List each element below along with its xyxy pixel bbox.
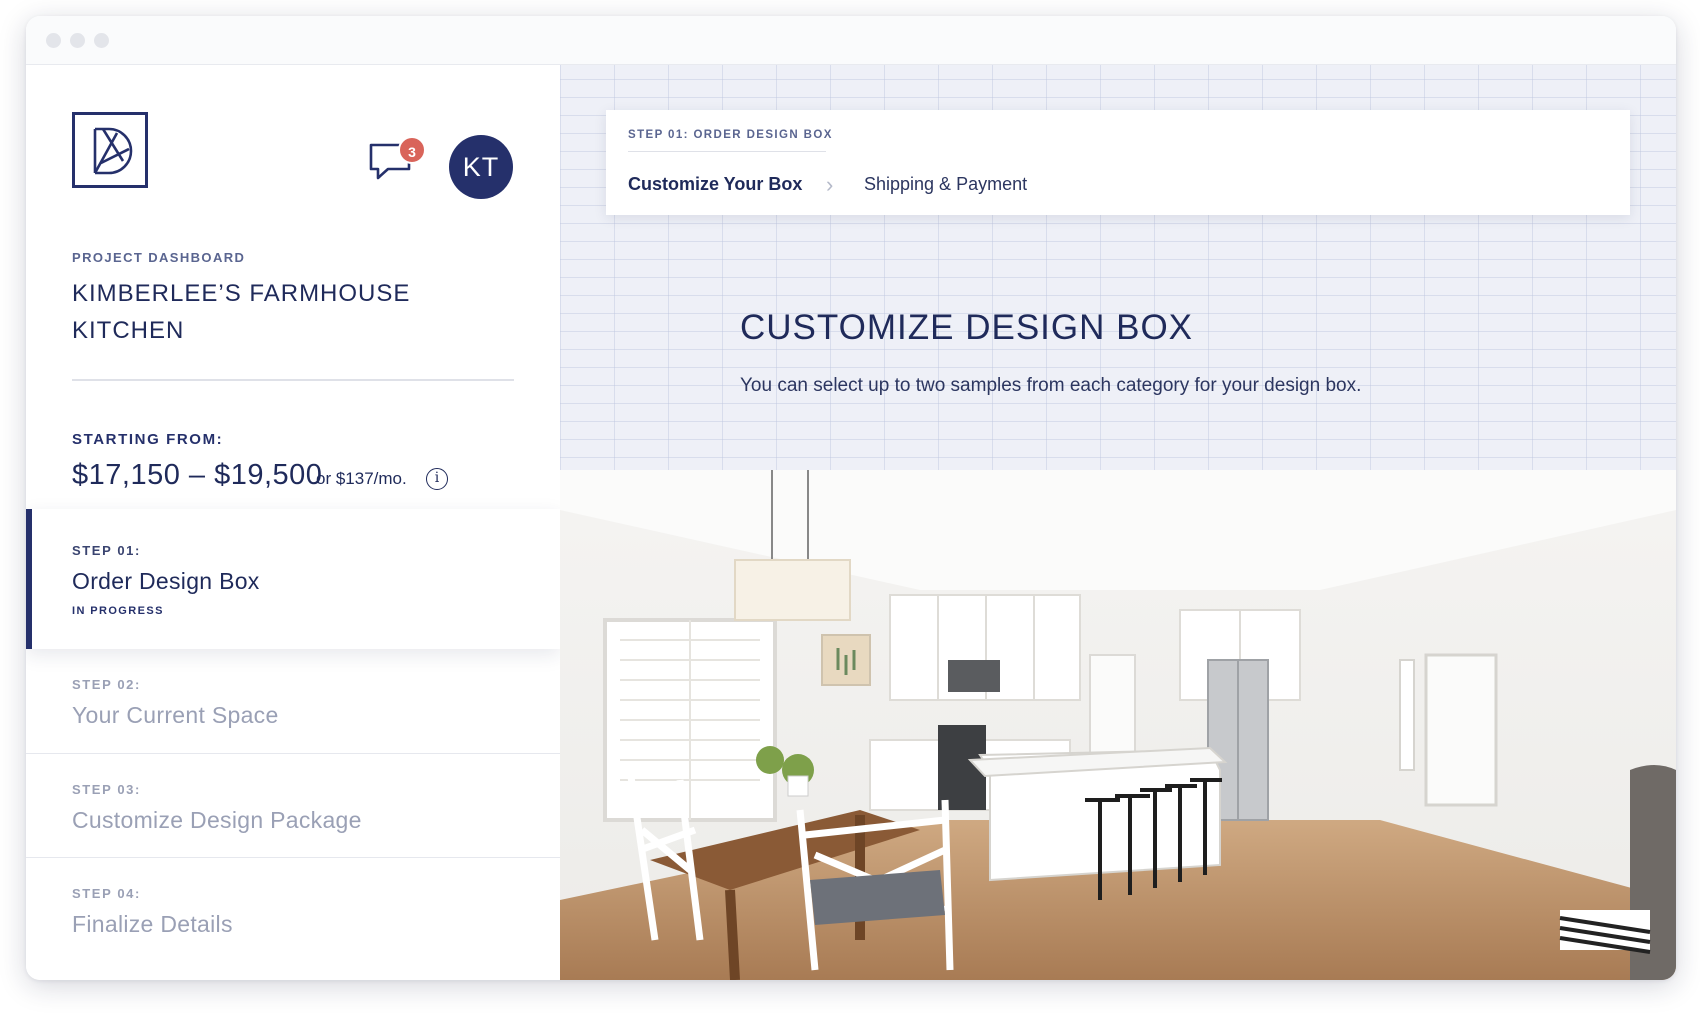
step-item-finalize-details[interactable]: STEP 04: Finalize Details <box>26 858 560 980</box>
step-title: Your Current Space <box>72 702 279 728</box>
sidebar-divider <box>72 379 514 381</box>
brand-logo[interactable] <box>72 112 148 188</box>
step-card-underline <box>628 151 826 152</box>
step-progress-card: STEP 01: ORDER DESIGN BOX Customize Your… <box>606 110 1630 215</box>
browser-window: 3 KT PROJECT DASHBOARD KIMBERLEE’S FARMH… <box>26 16 1676 980</box>
sidebar: 3 KT PROJECT DASHBOARD KIMBERLEE’S FARMH… <box>26 65 561 980</box>
notification-badge: 3 <box>398 136 426 164</box>
page-title: CUSTOMIZE DESIGN BOX <box>740 308 1194 347</box>
chevron-right-icon: › <box>826 172 834 197</box>
step-title: Order Design Box <box>72 568 260 594</box>
step-item-current-space[interactable]: STEP 02: Your Current Space <box>26 649 560 753</box>
user-avatar[interactable]: KT <box>449 135 513 199</box>
step-title: Finalize Details <box>72 911 233 937</box>
step-number: STEP 03: <box>72 782 141 797</box>
step-item-customize-design-package[interactable]: STEP 03: Customize Design Package <box>26 754 560 858</box>
kitchen-photo <box>560 470 1676 980</box>
window-dot-close[interactable] <box>46 33 61 48</box>
project-dashboard-label: PROJECT DASHBOARD <box>72 250 246 265</box>
info-icon[interactable]: i <box>426 468 448 490</box>
monthly-price: or $137/mo. <box>316 469 407 488</box>
window-dot-maximize[interactable] <box>94 33 109 48</box>
step-status: IN PROGRESS <box>72 605 164 617</box>
crumb-shipping-payment[interactable]: Shipping & Payment <box>864 174 1027 195</box>
step-title: Customize Design Package <box>72 807 362 833</box>
active-step-pointer <box>540 559 560 599</box>
crumb-customize-your-box[interactable]: Customize Your Box <box>628 174 802 195</box>
window-dot-minimize[interactable] <box>70 33 85 48</box>
step-item-order-design-box[interactable]: STEP 01: Order Design Box IN PROGRESS <box>26 509 560 649</box>
page-subtitle: You can select up to two samples from ea… <box>740 375 1362 396</box>
project-title: KIMBERLEE’S FARMHOUSE KITCHEN <box>72 280 411 344</box>
step-number: STEP 02: <box>72 677 141 692</box>
starting-from-label: STARTING FROM: <box>72 431 224 448</box>
kitchen-image <box>560 470 1676 980</box>
step-card-eyebrow: STEP 01: ORDER DESIGN BOX <box>628 129 833 141</box>
main-content: STEP 01: ORDER DESIGN BOX Customize Your… <box>560 65 1676 980</box>
db-monogram-icon <box>93 127 133 175</box>
step-number: STEP 01: <box>72 543 141 558</box>
price-range: $17,150 – $19,500 <box>72 459 323 491</box>
step-number: STEP 04: <box>72 886 141 901</box>
window-titlebar <box>26 16 1676 65</box>
